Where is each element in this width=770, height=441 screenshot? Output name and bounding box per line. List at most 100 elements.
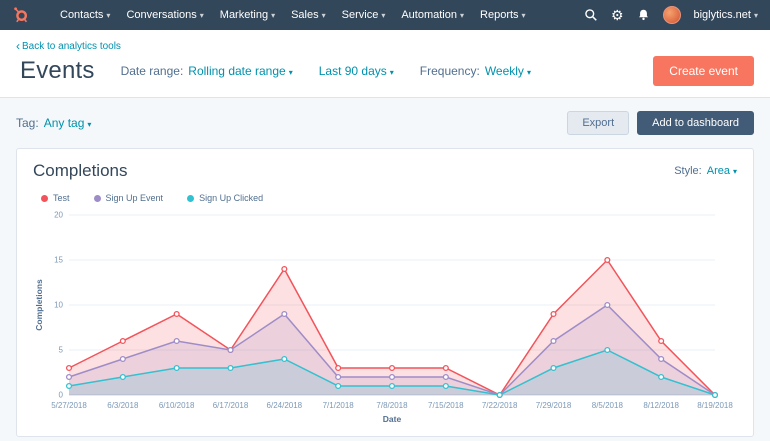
chevron-down-icon bbox=[322, 10, 326, 21]
date-range-control: Date range: Rolling date range bbox=[121, 64, 293, 78]
chevron-down-icon bbox=[271, 10, 275, 21]
chart-area: 0 5 10 15 20 5/27/2018 6/3/2018 6/10/2018 6/17/2… bbox=[33, 207, 737, 434]
svg-text:6/24/2018: 6/24/2018 bbox=[267, 401, 303, 410]
legend-label: Sign Up Clicked bbox=[199, 193, 263, 203]
legend-dot bbox=[41, 195, 48, 202]
tag-dropdown[interactable]: Any tag bbox=[44, 116, 92, 130]
nav-item-contacts[interactable]: Contacts bbox=[60, 9, 110, 21]
chart-legend: Test Sign Up Event Sign Up Clicked bbox=[41, 193, 737, 203]
svg-text:8/12/2018: 8/12/2018 bbox=[643, 401, 679, 410]
nav-item-sales[interactable]: Sales bbox=[291, 9, 326, 21]
legend-label: Test bbox=[53, 193, 70, 203]
nav-left: Contacts Conversations Marketing Sales S… bbox=[12, 6, 584, 24]
svg-text:8/5/2018: 8/5/2018 bbox=[592, 401, 624, 410]
page-body: Tag: Any tag Export Add to dashboard Com… bbox=[0, 98, 770, 437]
chevron-down-icon bbox=[522, 10, 526, 21]
completions-area-chart: 0 5 10 15 20 5/27/2018 6/3/2018 6/10/2018 6/17/2… bbox=[33, 207, 737, 429]
svg-text:20: 20 bbox=[54, 211, 63, 220]
style-label: Style: bbox=[674, 165, 702, 177]
chevron-down-icon bbox=[289, 65, 293, 77]
svg-text:10: 10 bbox=[54, 301, 63, 310]
svg-text:6/10/2018: 6/10/2018 bbox=[159, 401, 195, 410]
chevron-down-icon bbox=[390, 65, 394, 77]
account-name: biglytics.net bbox=[694, 9, 751, 21]
nav-item-label: Sales bbox=[291, 9, 319, 21]
search-icon[interactable] bbox=[584, 8, 598, 22]
svg-text:Completions: Completions bbox=[34, 279, 44, 331]
svg-text:0: 0 bbox=[59, 391, 64, 400]
range-control: Last 90 days bbox=[319, 64, 394, 78]
nav-item-service[interactable]: Service bbox=[342, 9, 386, 21]
nav-item-reports[interactable]: Reports bbox=[480, 9, 526, 21]
tag-value: Any tag bbox=[44, 116, 85, 130]
chevron-left-icon bbox=[16, 40, 20, 53]
export-button[interactable]: Export bbox=[567, 111, 629, 135]
chevron-down-icon bbox=[381, 10, 385, 21]
avatar[interactable] bbox=[663, 6, 681, 24]
frequency-dropdown[interactable]: Weekly bbox=[485, 64, 531, 78]
svg-text:7/15/2018: 7/15/2018 bbox=[428, 401, 464, 410]
svg-text:5: 5 bbox=[59, 346, 64, 355]
range-dropdown[interactable]: Last 90 days bbox=[319, 64, 394, 78]
nav-right: biglytics.net bbox=[584, 6, 758, 24]
tag-label: Tag: bbox=[16, 116, 39, 130]
legend-item-sign-up-event[interactable]: Sign Up Event bbox=[94, 193, 164, 203]
nav-item-label: Contacts bbox=[60, 9, 103, 21]
frequency-control: Frequency: Weekly bbox=[420, 64, 531, 78]
nav-item-conversations[interactable]: Conversations bbox=[126, 9, 203, 21]
svg-text:Date: Date bbox=[383, 414, 402, 424]
frequency-value: Weekly bbox=[485, 64, 524, 78]
tag-control: Tag: Any tag bbox=[16, 116, 91, 130]
chevron-down-icon bbox=[200, 10, 204, 21]
chevron-down-icon bbox=[733, 166, 737, 177]
tag-toolbar: Tag: Any tag Export Add to dashboard bbox=[16, 111, 754, 135]
nav-item-label: Automation bbox=[401, 9, 457, 21]
chevron-down-icon bbox=[460, 10, 464, 21]
style-dropdown[interactable]: Area bbox=[707, 165, 737, 177]
legend-label: Sign Up Event bbox=[106, 193, 164, 203]
page-header: Back to analytics tools Events Date rang… bbox=[0, 30, 770, 98]
svg-text:15: 15 bbox=[54, 256, 63, 265]
svg-text:7/8/2018: 7/8/2018 bbox=[376, 401, 408, 410]
legend-dot bbox=[187, 195, 194, 202]
page-title: Events bbox=[20, 57, 95, 85]
range-value: Last 90 days bbox=[319, 64, 387, 78]
svg-text:7/29/2018: 7/29/2018 bbox=[536, 401, 572, 410]
back-link-label: Back to analytics tools bbox=[22, 41, 121, 52]
nav-item-marketing[interactable]: Marketing bbox=[220, 9, 275, 21]
date-range-value: Rolling date range bbox=[188, 64, 285, 78]
nav-item-label: Reports bbox=[480, 9, 519, 21]
svg-text:5/27/2018: 5/27/2018 bbox=[51, 401, 87, 410]
back-link[interactable]: Back to analytics tools bbox=[16, 40, 121, 53]
chevron-down-icon bbox=[754, 10, 758, 21]
chevron-down-icon bbox=[527, 65, 531, 77]
nav-item-automation[interactable]: Automation bbox=[401, 9, 464, 21]
hubspot-sprocket-logo[interactable] bbox=[12, 6, 30, 24]
style-value: Area bbox=[707, 165, 730, 177]
chevron-down-icon bbox=[106, 10, 110, 21]
nav-item-label: Conversations bbox=[126, 9, 196, 21]
account-menu[interactable]: biglytics.net bbox=[694, 9, 759, 21]
nav-item-label: Marketing bbox=[220, 9, 268, 21]
sprocket-icon bbox=[12, 6, 30, 24]
chevron-down-icon bbox=[87, 117, 91, 129]
completions-card: Completions Style: Area Test Sign Up Eve… bbox=[16, 148, 754, 437]
gear-icon[interactable] bbox=[611, 8, 624, 22]
add-to-dashboard-button[interactable]: Add to dashboard bbox=[637, 111, 754, 135]
svg-text:7/22/2018: 7/22/2018 bbox=[482, 401, 518, 410]
svg-text:6/17/2018: 6/17/2018 bbox=[213, 401, 249, 410]
style-control: Style: Area bbox=[674, 165, 737, 177]
svg-text:6/3/2018: 6/3/2018 bbox=[107, 401, 139, 410]
date-range-label: Date range: bbox=[121, 64, 184, 78]
top-navbar: Contacts Conversations Marketing Sales S… bbox=[0, 0, 770, 30]
card-header: Completions Style: Area bbox=[33, 161, 737, 181]
bell-icon[interactable] bbox=[637, 8, 650, 22]
legend-dot bbox=[94, 195, 101, 202]
nav-item-label: Service bbox=[342, 9, 379, 21]
legend-item-sign-up-clicked[interactable]: Sign Up Clicked bbox=[187, 193, 263, 203]
header-row: Events Date range: Rolling date range La… bbox=[20, 57, 754, 85]
date-range-dropdown[interactable]: Rolling date range bbox=[188, 64, 292, 78]
create-event-button[interactable]: Create event bbox=[653, 56, 754, 86]
frequency-label: Frequency: bbox=[420, 64, 480, 78]
legend-item-test[interactable]: Test bbox=[41, 193, 70, 203]
